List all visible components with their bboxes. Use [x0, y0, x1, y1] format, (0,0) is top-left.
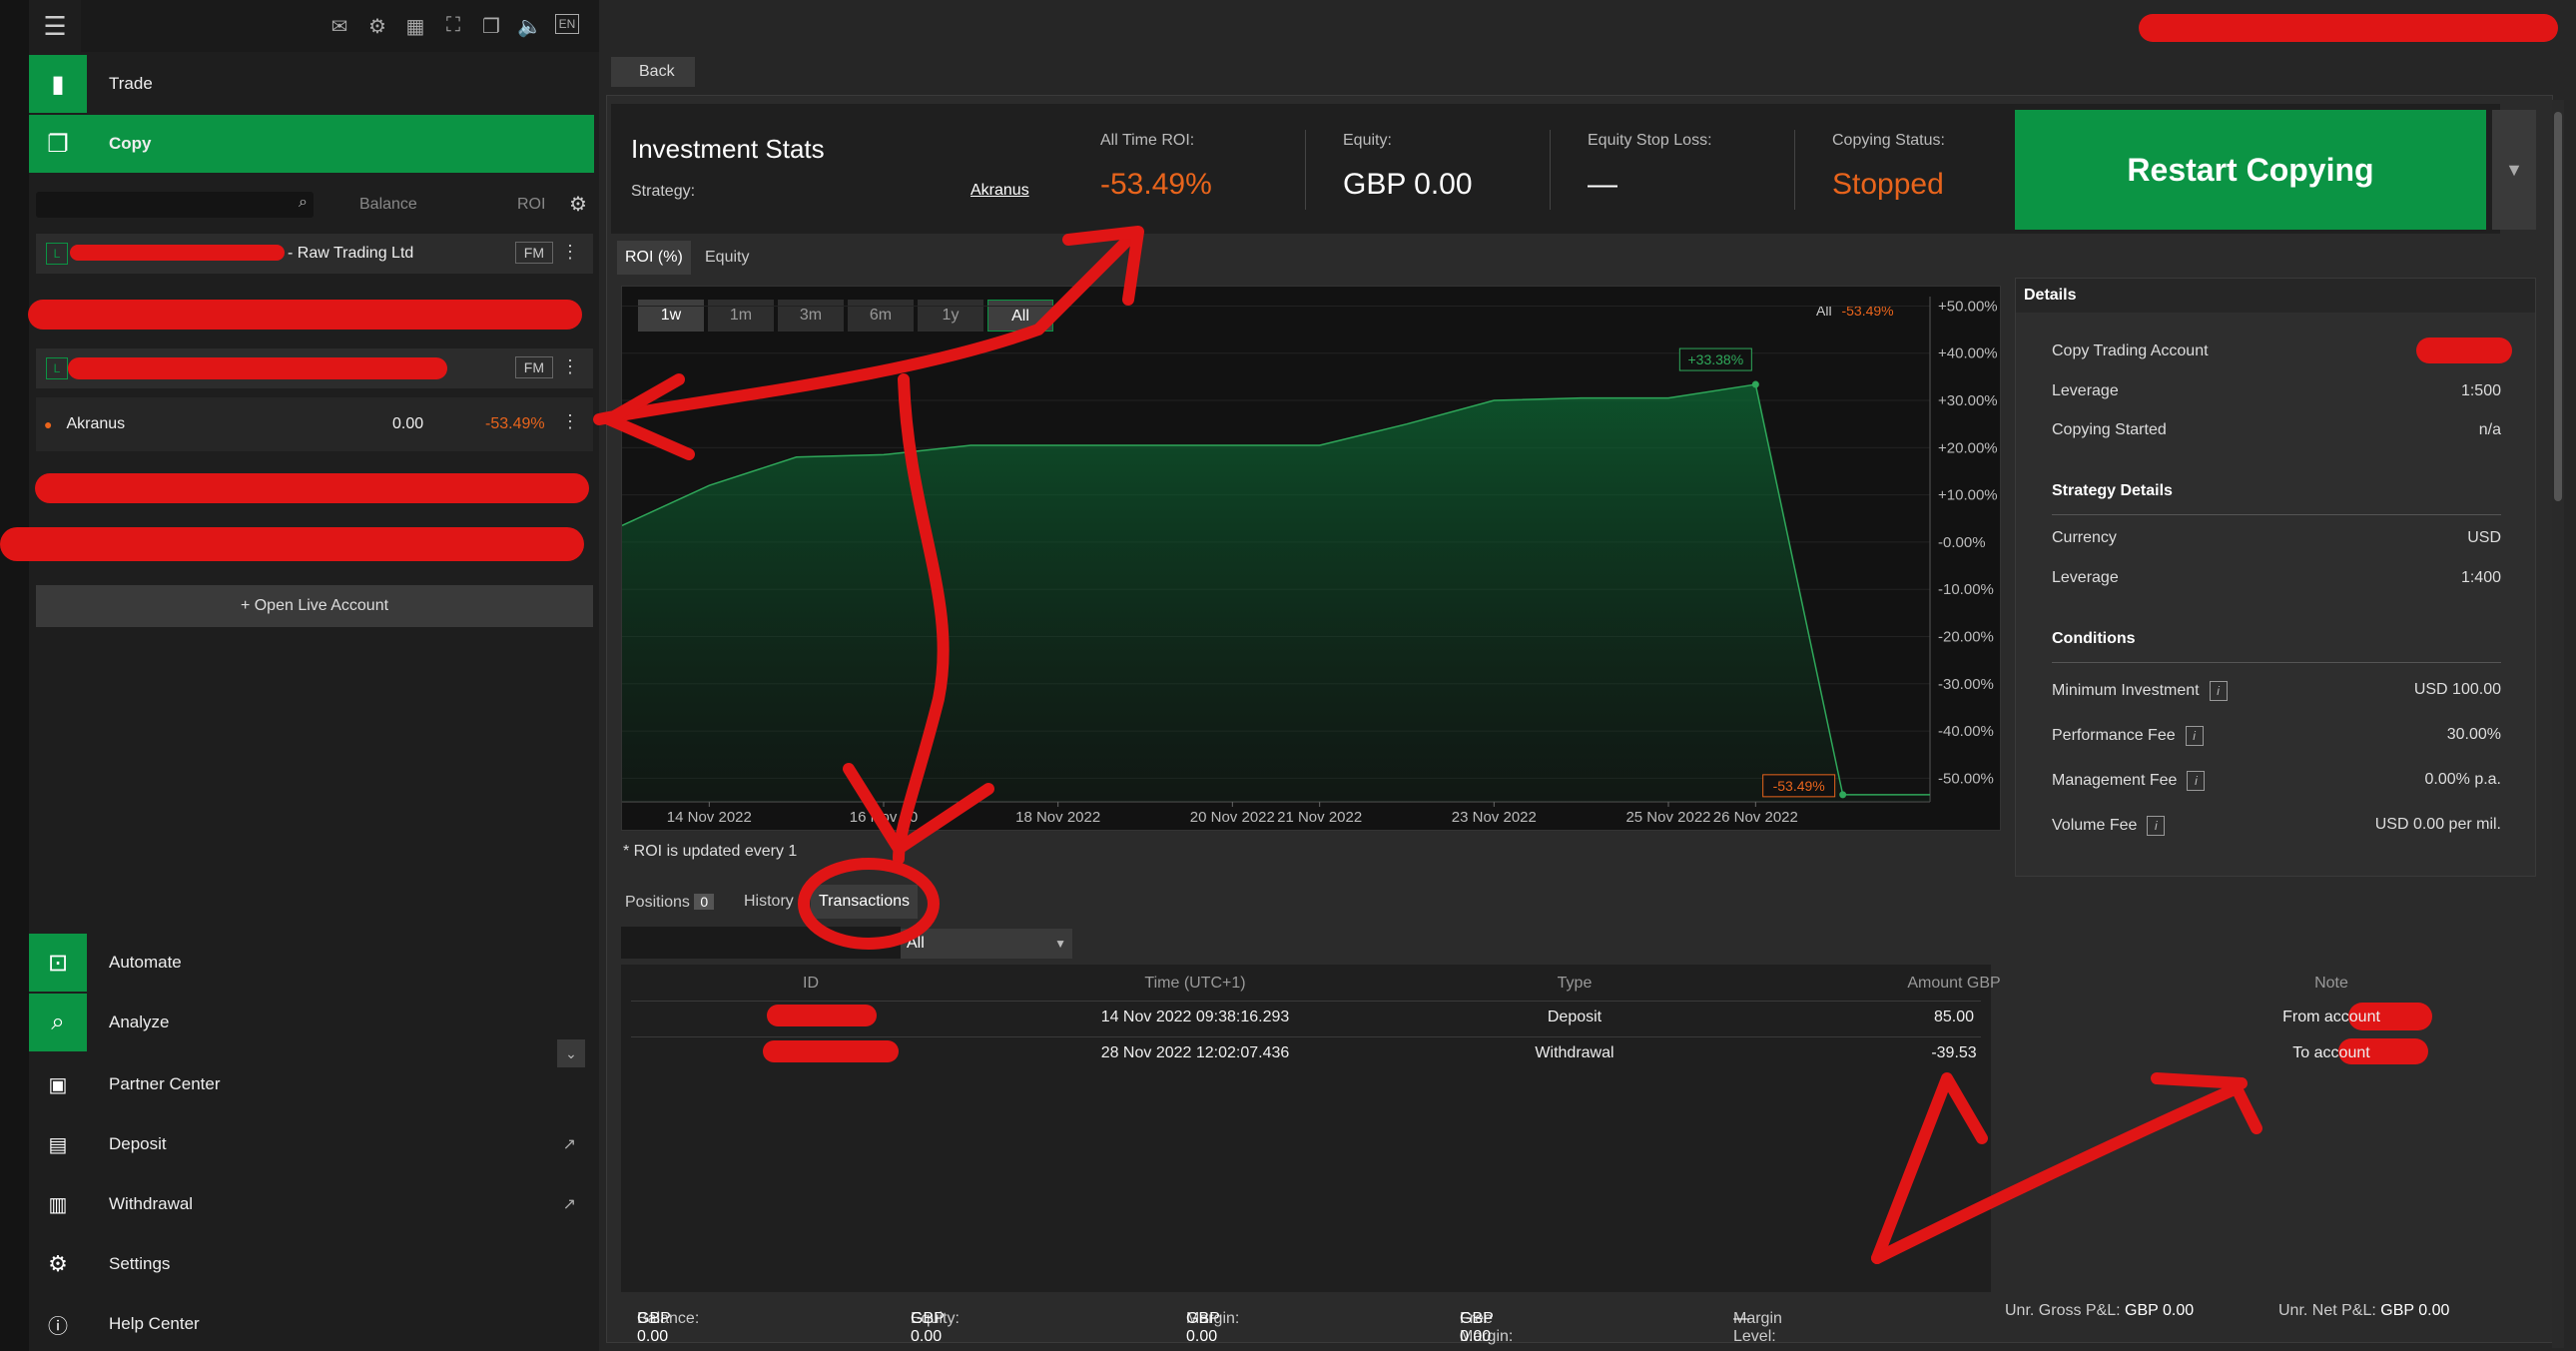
annotation-overlay	[593, 226, 2262, 1264]
